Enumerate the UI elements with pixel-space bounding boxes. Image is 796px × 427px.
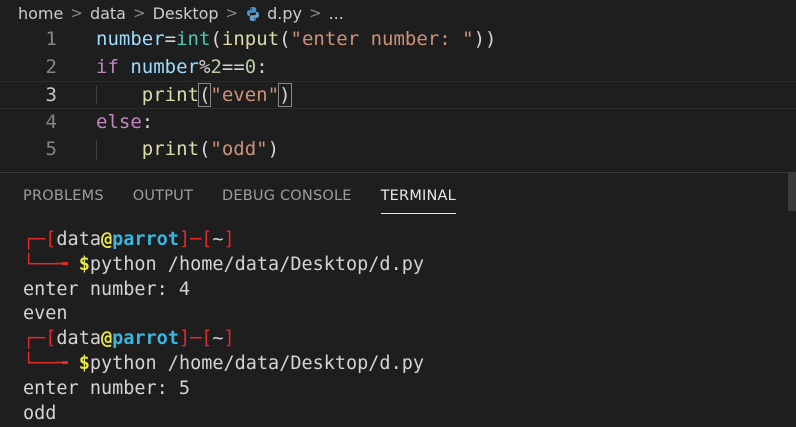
code-token: "even" [210, 84, 280, 106]
code-token: ( [198, 138, 211, 160]
prompt-dollar: $ [78, 352, 90, 374]
prompt-bracket: ┌─[ [23, 229, 57, 250]
breadcrumb-item[interactable]: d.py [245, 4, 302, 23]
terminal-output: even [23, 303, 68, 325]
code-token: print [141, 84, 199, 106]
breadcrumb-label: ... [328, 3, 344, 23]
prompt-corner: └──╼ [23, 352, 79, 374]
tab-terminal[interactable]: TERMINAL [380, 182, 457, 214]
code-token: 2 [210, 55, 222, 78]
prompt-at: @ [100, 328, 113, 350]
breadcrumb-label: Desktop [152, 3, 219, 23]
code-token: % [198, 55, 211, 78]
prompt-bracket: ] [223, 328, 235, 350]
code-text: number=int(input("enter number: ")) [96, 26, 496, 54]
terminal-output: enter number: 4 [23, 278, 191, 300]
code-token: ) [267, 138, 280, 160]
bottom-panel: PROBLEMS OUTPUT DEBUG CONSOLE TERMINAL ┌─[d… [0, 172, 796, 427]
prompt-at: @ [100, 229, 113, 250]
code-token: = [164, 28, 177, 50]
prompt-user: data [56, 328, 101, 350]
code-token: number [130, 55, 199, 78]
breadcrumb: home > data > Desktop > d.py >... [0, 0, 796, 26]
breadcrumb-item[interactable]: Desktop [153, 4, 219, 23]
code-line[interactable]: 3 print("even") [0, 81, 796, 109]
prompt-dir: ~ [212, 229, 224, 250]
terminal-command: python /home/data/Desktop/d.py [89, 352, 424, 374]
code-token: ( [210, 28, 222, 50]
tab-problems[interactable]: PROBLEMS [23, 182, 104, 210]
code-token: : [141, 110, 154, 133]
breadcrumb-item[interactable]: ... [329, 4, 344, 23]
code-token: number [96, 28, 165, 50]
terminal-output: enter number: 5 [23, 377, 191, 399]
command-line: └──╼ $python /home/data/Desktop/d.py [23, 352, 424, 377]
code-token: if [96, 55, 119, 78]
breadcrumb-separator: > [132, 4, 146, 22]
code-text: print("odd") [96, 136, 279, 164]
breadcrumb-separator: > [309, 4, 322, 22]
prompt-line: ┌─[data@parrot]─[~] [23, 228, 424, 253]
code-token: else [96, 110, 142, 133]
prompt-user: data [56, 229, 101, 250]
code-line[interactable]: 4 else: [0, 109, 796, 137]
tab-debug-console[interactable]: DEBUG CONSOLE [222, 182, 352, 210]
prompt-bracket: ] [223, 229, 235, 250]
code-text: else: [96, 109, 153, 137]
line-number: 5 [45, 138, 57, 160]
code-editor[interactable]: 1 number=int(input("enter number: ")) 2 if … [0, 26, 796, 170]
code-token: int [176, 28, 211, 50]
line-number: 4 [45, 110, 57, 133]
code-text: print("even") [96, 82, 292, 110]
prompt-bracket: ]─[ [178, 328, 213, 350]
breadcrumb-label: d.py [267, 3, 302, 23]
prompt-host: parrot [112, 328, 179, 350]
panel-scrollbar[interactable] [788, 173, 796, 211]
prompt-dir: ~ [212, 328, 224, 350]
code-line[interactable]: 2 if number%2==0: [0, 54, 796, 82]
tab-output[interactable]: OUTPUT [133, 182, 193, 210]
prompt-bracket: ┌─[ [23, 328, 57, 350]
panel-tabs: PROBLEMS OUTPUT DEBUG CONSOLE TERMINAL [0, 173, 796, 219]
code-token: ( [279, 28, 291, 50]
prompt-bracket: ]─[ [178, 229, 213, 250]
breadcrumb-separator: > [70, 4, 83, 22]
breadcrumb-label: home [18, 3, 64, 23]
prompt-corner: └──╼ [23, 253, 79, 275]
prompt-line: ┌─[data@parrot]─[~] [23, 327, 424, 352]
code-token: ( [197, 83, 212, 107]
code-token: "enter number: " [290, 28, 474, 50]
code-token: input [221, 28, 280, 50]
terminal[interactable]: ┌─[data@parrot]─[~] └──╼ $python /home/da… [23, 228, 424, 426]
code-token: "odd" [210, 138, 268, 160]
command-line: └──╼ $python /home/data/Desktop/d.py [23, 253, 424, 278]
prompt-host: parrot [112, 229, 179, 250]
line-number: 2 [45, 55, 57, 78]
line-number: 3 [45, 84, 57, 106]
breadcrumb-label: data [89, 3, 126, 23]
python-icon [247, 7, 260, 21]
code-line[interactable]: 1 number=int(input("enter number: ")) [0, 26, 796, 54]
code-text: if number%2==0: [96, 54, 268, 82]
line-number: 1 [45, 28, 57, 50]
code-token: : [256, 55, 268, 78]
terminal-command: python /home/data/Desktop/d.py [89, 253, 424, 275]
breadcrumb-item[interactable]: home [18, 4, 63, 23]
code-token: )) [473, 28, 497, 50]
breadcrumb-item[interactable]: data [90, 4, 126, 23]
breadcrumb-separator: > [225, 4, 239, 22]
prompt-dollar: $ [78, 253, 90, 275]
code-token: == [221, 55, 245, 78]
code-token: print [141, 138, 199, 160]
code-token: ) [278, 83, 292, 107]
code-token: 0 [244, 55, 257, 78]
terminal-output: odd [23, 402, 57, 424]
code-line[interactable]: 5 print("odd") [0, 136, 796, 164]
